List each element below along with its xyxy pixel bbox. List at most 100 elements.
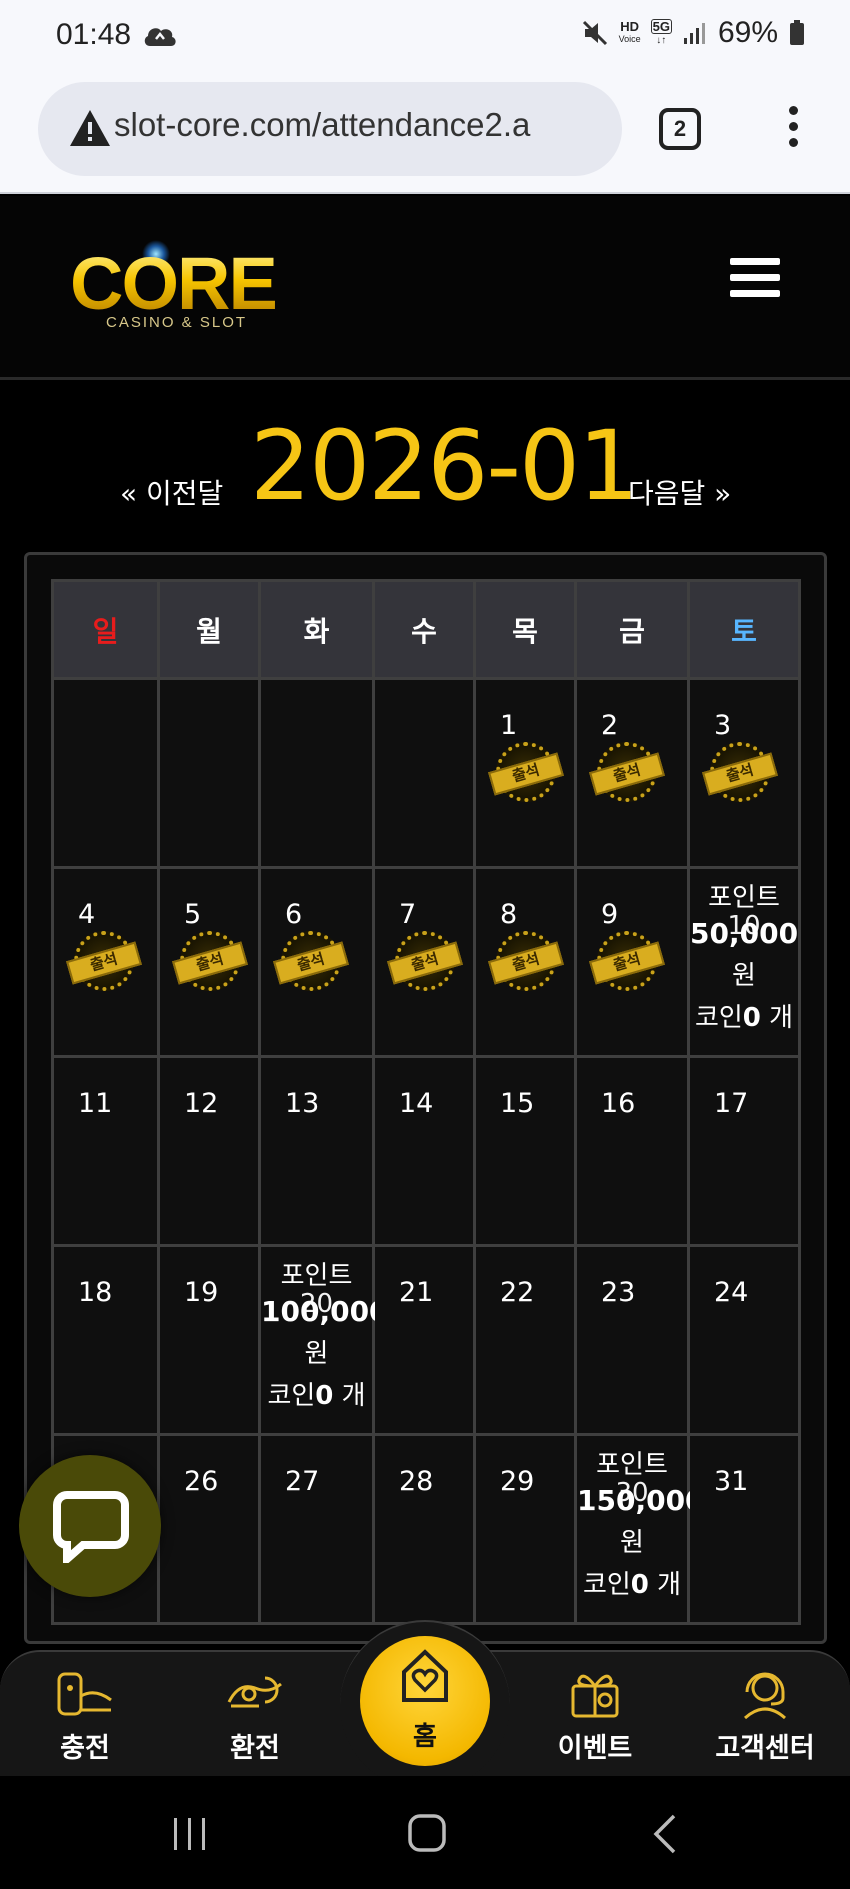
calendar-day-19[interactable]: 19	[157, 1244, 261, 1436]
attendance-stamp-icon: 출석	[589, 742, 665, 806]
calendar-day-16[interactable]: 16	[574, 1055, 690, 1247]
reward-info: 포인트 30 150,000 원 코인0 개	[577, 1450, 705, 1606]
gift-icon	[571, 1674, 619, 1718]
weekday-thu: 목	[473, 579, 577, 680]
recent-apps-icon[interactable]	[170, 1814, 210, 1854]
day-number: 21	[399, 1277, 434, 1308]
calendar-day-29[interactable]: 29	[473, 1433, 577, 1625]
calendar-week-row: 2526272829포인트30150,000원코인0 개31	[51, 1433, 801, 1625]
day-number: 4	[78, 899, 96, 930]
nav-event[interactable]: 이벤트	[530, 1666, 660, 1765]
calendar-day-5[interactable]: 5 출석	[157, 866, 261, 1058]
calendar-day-31[interactable]: 31	[687, 1433, 801, 1625]
calendar-day-17[interactable]: 17	[687, 1055, 801, 1247]
status-time: 01:48	[56, 18, 132, 51]
calendar-day-4[interactable]: 4 출석	[51, 866, 160, 1058]
nav-event-label: 이벤트	[557, 1733, 633, 1764]
logo-subtext: CASINO & SLOT	[106, 314, 248, 331]
calendar-day-9[interactable]: 9 출석	[574, 866, 690, 1058]
day-number: 12	[184, 1088, 219, 1119]
calendar-day-23[interactable]: 23	[574, 1244, 690, 1436]
calendar-day-3[interactable]: 3 출석	[687, 677, 801, 869]
attendance-stamp-icon: 출석	[702, 742, 778, 806]
calendar-day-28[interactable]: 28	[372, 1433, 476, 1625]
calendar-empty-cell	[51, 677, 160, 869]
warning-icon[interactable]	[68, 108, 112, 148]
weekday-sun: 일	[51, 579, 160, 680]
calendar-day-10[interactable]: 포인트 10 50,000 원 코인0 개	[687, 866, 801, 1058]
attendance-stamp-icon: 출석	[172, 931, 248, 995]
calendar-day-8[interactable]: 8 출석	[473, 866, 577, 1058]
calendar-body: 1 출석 2 출석 3 출석 4 출석 5 출석 6 출석 7 출석 8 출석 9 출석 포인트 10 50,000 원 코…	[51, 677, 801, 1625]
calendar-day-18[interactable]: 18	[51, 1244, 160, 1436]
calendar-day-24[interactable]: 24	[687, 1244, 801, 1436]
nav-deposit[interactable]: 충전	[20, 1666, 150, 1765]
live-chat-button[interactable]	[19, 1455, 161, 1597]
nav-withdraw[interactable]: 환전	[190, 1666, 320, 1765]
weekday-tue: 화	[258, 579, 375, 680]
calendar-day-2[interactable]: 2 출석	[574, 677, 690, 869]
calendar-day-12[interactable]: 12	[157, 1055, 261, 1247]
calendar-day-21[interactable]: 21	[372, 1244, 476, 1436]
calendar-day-7[interactable]: 7 출석	[372, 866, 476, 1058]
calendar-table: 일 월 화 수 목 금 토 1 출석 2 출석 3 출석 4 출석 5 출석 6 출석 7 출석 8 출석 9 출…	[51, 579, 801, 1625]
day-number: 19	[184, 1277, 219, 1308]
calendar-day-27[interactable]: 27	[258, 1433, 375, 1625]
calendar-day-20[interactable]: 포인트 20 100,000 원 코인0 개	[258, 1244, 389, 1436]
day-number: 10	[727, 911, 761, 941]
day-number: 30	[615, 1478, 649, 1508]
nav-home[interactable]: 홈	[360, 1636, 490, 1766]
weekday-wed: 수	[372, 579, 476, 680]
reward-coin: 코인0 개	[582, 1570, 682, 1600]
calendar-day-30[interactable]: 포인트 30 150,000 원 코인0 개	[574, 1433, 705, 1625]
back-icon[interactable]	[650, 1812, 680, 1856]
attendance-stamp-icon: 출석	[66, 931, 142, 995]
day-number: 9	[601, 899, 619, 930]
cloud-sync-icon	[144, 28, 176, 46]
reward-unit: 원	[304, 1339, 329, 1369]
hd-voice-indicator: HD Voice	[618, 19, 641, 44]
day-number: 29	[500, 1466, 535, 1497]
calendar-day-14[interactable]: 14	[372, 1055, 476, 1247]
chat-bubble-icon	[53, 1491, 129, 1563]
attendance-stamp-icon: 출석	[589, 931, 665, 995]
calendar-day-13[interactable]: 13	[258, 1055, 375, 1247]
month-navigation: « 이전달 2026-01 다음달 »	[0, 410, 850, 522]
more-menu-icon[interactable]	[781, 106, 805, 154]
headset-icon	[743, 1672, 787, 1720]
calendar-day-6[interactable]: 6 출석	[258, 866, 375, 1058]
site-logo[interactable]: CORE CASINO & SLOT	[70, 240, 290, 334]
reward-unit: 원	[732, 961, 756, 991]
calendar-day-15[interactable]: 15	[473, 1055, 577, 1247]
reward-info: 포인트 10 50,000 원 코인0 개	[690, 883, 798, 1039]
next-month-link[interactable]: 다음달 »	[628, 472, 731, 512]
tab-switcher-button[interactable]: 2	[659, 108, 701, 150]
reward-info: 포인트 20 100,000 원 코인0 개	[261, 1261, 389, 1417]
calendar-day-11[interactable]: 11	[51, 1055, 160, 1247]
status-bar: 01:48 HD Voice 5G ↓↑ 69%	[0, 0, 850, 78]
hamburger-menu-icon[interactable]	[730, 258, 780, 302]
day-number: 18	[78, 1277, 113, 1308]
site-header: CORE CASINO & SLOT	[0, 196, 850, 380]
home-nav-icon[interactable]	[406, 1812, 448, 1854]
prev-month-link[interactable]: « 이전달	[120, 472, 223, 512]
nav-home-label: 홈	[413, 1722, 437, 1752]
reward-label: 포인트	[280, 1261, 353, 1291]
day-number: 27	[285, 1466, 320, 1497]
url-text[interactable]: slot-core.com/attendance2.a	[114, 106, 614, 144]
day-number: 8	[500, 899, 518, 930]
day-number: 26	[184, 1466, 219, 1497]
calendar-day-22[interactable]: 22	[473, 1244, 577, 1436]
calendar-week-row: 11 12 13 14 15 16 17	[51, 1055, 801, 1247]
address-bar[interactable]: slot-core.com/attendance2.a	[38, 82, 622, 176]
day-number: 6	[285, 899, 303, 930]
calendar-week-row: 18 19 포인트 20 100,000 원 코인0 개 21 22 23 24	[51, 1244, 801, 1436]
withdraw-icon	[227, 1676, 282, 1708]
attendance-stamp-icon: 출석	[387, 931, 463, 995]
nav-support[interactable]: 고객센터	[700, 1666, 830, 1765]
calendar-empty-cell	[372, 677, 476, 869]
day-number: 7	[399, 899, 417, 930]
calendar-day-1[interactable]: 1 출석	[473, 677, 577, 869]
calendar-day-26[interactable]: 26	[157, 1433, 261, 1625]
reward-label: 포인트	[596, 1450, 668, 1480]
